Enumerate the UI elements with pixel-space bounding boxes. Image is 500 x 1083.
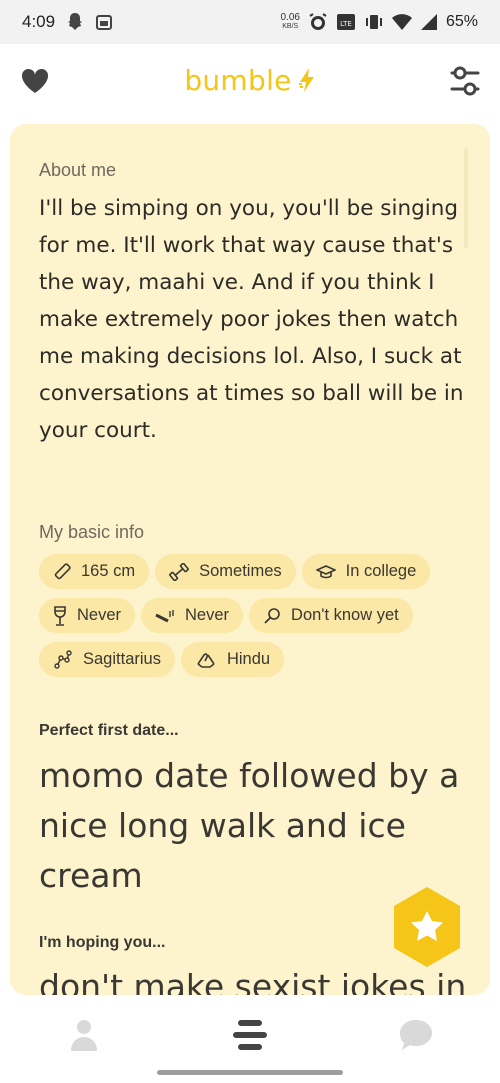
about-me-label: About me bbox=[39, 160, 117, 180]
basic-info-label: My basic info bbox=[39, 522, 145, 542]
zodiac-chip: Sagittarius bbox=[39, 642, 175, 677]
basic-info-chips: 165 cm Sometimes In college Never Never … bbox=[39, 554, 479, 677]
graduation-cap-icon bbox=[315, 564, 336, 578]
ruler-icon bbox=[54, 562, 71, 579]
chat-icon bbox=[400, 1020, 432, 1050]
calendar-icon bbox=[96, 15, 113, 30]
superswipe-star-button[interactable] bbox=[390, 885, 464, 969]
prompt-1-answer: momo date followed by a nice long walk a… bbox=[39, 756, 460, 895]
status-bar: 4:09 0.06 KB/S LTE 65% bbox=[0, 0, 500, 44]
smoking-icon bbox=[155, 609, 174, 622]
people-icon bbox=[233, 1020, 267, 1050]
volte-icon: LTE bbox=[336, 14, 355, 30]
exercise-chip: Sometimes bbox=[155, 554, 296, 589]
net-speed: 0.06 KB/S bbox=[280, 12, 300, 31]
prompt-1-label: Perfect first date... bbox=[39, 722, 179, 739]
height-chip: 165 cm bbox=[39, 554, 150, 589]
wifi-icon bbox=[391, 14, 412, 30]
drinking-chip: Never bbox=[39, 598, 136, 633]
dumbbell-icon bbox=[169, 562, 189, 581]
bottom-nav bbox=[0, 1000, 500, 1068]
signal-icon bbox=[420, 14, 437, 30]
zodiac-icon bbox=[54, 649, 72, 669]
prompt-2-label: I'm hoping you... bbox=[39, 934, 166, 951]
alarm-icon bbox=[309, 13, 327, 30]
battery-percent: 65% bbox=[445, 13, 478, 30]
lightning-icon bbox=[298, 68, 314, 92]
profile-card[interactable]: About me I'll be simping on you, you'll … bbox=[10, 124, 490, 995]
svg-text:LTE: LTE bbox=[340, 20, 352, 28]
education-chip: In college bbox=[301, 554, 431, 589]
profile-icon bbox=[71, 1020, 97, 1051]
status-time: 4:09 bbox=[22, 12, 56, 31]
app-header: bumble bbox=[0, 44, 500, 116]
nav-chat[interactable] bbox=[396, 1018, 436, 1052]
filter-icon[interactable] bbox=[450, 64, 480, 98]
snapchat-icon bbox=[68, 13, 83, 30]
wine-glass-icon bbox=[54, 605, 66, 626]
nav-people[interactable] bbox=[230, 1018, 270, 1052]
religion-chip: Hindu bbox=[180, 642, 285, 677]
looking-for-chip: Don't know yet bbox=[249, 598, 413, 633]
praying-hands-icon bbox=[197, 652, 215, 668]
heart-icon[interactable] bbox=[20, 66, 50, 96]
about-me-text: I'll be simping on you, you'll be singin… bbox=[39, 196, 464, 443]
nav-profile[interactable] bbox=[64, 1018, 104, 1052]
magnifier-icon bbox=[264, 607, 280, 624]
home-indicator[interactable] bbox=[157, 1070, 343, 1075]
bumble-logo: bumble bbox=[184, 64, 315, 97]
vibrate-icon bbox=[365, 15, 382, 29]
smoking-chip: Never bbox=[141, 598, 244, 633]
